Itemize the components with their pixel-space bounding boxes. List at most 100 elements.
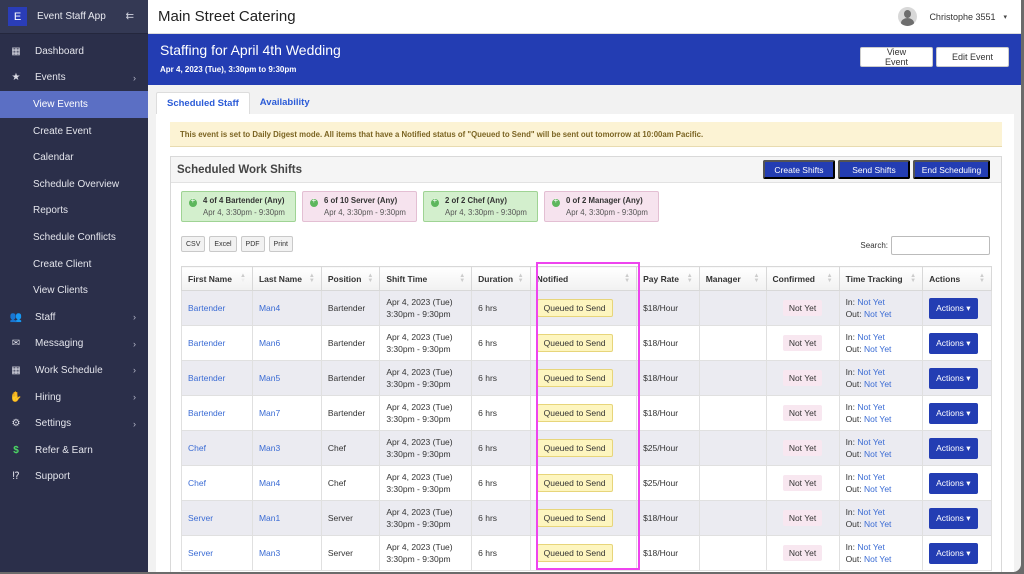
sort-icon[interactable]: ▲ ▼: [687, 273, 693, 284]
clock-in-link[interactable]: Not Yet: [857, 332, 884, 342]
column-header-time-tracking[interactable]: Time Tracking ▲ ▼: [838, 266, 924, 291]
user-menu[interactable]: Christophe 3551 ▾: [898, 7, 1007, 26]
collapse-menu-icon[interactable]: ⇇: [126, 11, 134, 22]
last-name-link[interactable]: Man7: [259, 408, 280, 418]
column-header-position[interactable]: Position ▲ ▼: [320, 266, 381, 291]
clock-out-link[interactable]: Not Yet: [864, 554, 891, 564]
sidebar-item-dashboard[interactable]: ▦ Dashboard: [0, 38, 148, 65]
add-circle-icon[interactable]: [310, 196, 318, 207]
shift-summary-card[interactable]: 4 of 4 Bartender (Any) Apr 4, 3:30pm - 9:…: [181, 191, 296, 222]
last-name-link[interactable]: Man6: [259, 338, 280, 348]
first-name-link[interactable]: Bartender: [188, 338, 225, 348]
sidebar-item-create-event[interactable]: Create Event: [0, 118, 148, 145]
sidebar-item-hiring[interactable]: ✋ Hiring ›: [0, 384, 148, 411]
actions-dropdown-button[interactable]: Actions ▾: [929, 332, 978, 354]
add-circle-icon[interactable]: [189, 196, 197, 207]
clock-out-link[interactable]: Not Yet: [864, 344, 891, 354]
column-header-shift-time[interactable]: Shift Time ▲ ▼: [379, 266, 473, 291]
sidebar-item-view-events[interactable]: View Events: [0, 91, 148, 118]
sort-icon[interactable]: ▲ ▼: [827, 273, 833, 284]
last-name-link[interactable]: Man4: [259, 303, 280, 313]
actions-dropdown-button[interactable]: Actions ▾: [929, 437, 978, 459]
create-shifts-button[interactable]: Create Shifts: [763, 160, 835, 179]
tab-scheduled-staff[interactable]: Scheduled Staff: [156, 92, 250, 115]
column-header-pay-rate[interactable]: Pay Rate ▲ ▼: [636, 266, 700, 291]
shift-summary-card[interactable]: 0 of 2 Manager (Any) Apr 4, 3:30pm - 9:30…: [544, 191, 659, 222]
first-name-link[interactable]: Bartender: [188, 303, 225, 313]
sidebar-item-settings[interactable]: ⚙ Settings ›: [0, 410, 148, 437]
sort-icon[interactable]: ▲ ▼: [309, 273, 315, 284]
first-name-link[interactable]: Chef: [188, 443, 206, 453]
clock-in-link[interactable]: Not Yet: [857, 367, 884, 377]
last-name-link[interactable]: Man1: [259, 513, 280, 523]
pdf-button[interactable]: PDF: [240, 236, 265, 252]
first-name-link[interactable]: Bartender: [188, 373, 225, 383]
sidebar-item-view-clients[interactable]: View Clients: [0, 277, 148, 304]
column-header-duration[interactable]: Duration ▲ ▼: [471, 266, 531, 291]
clock-in-link[interactable]: Not Yet: [857, 472, 884, 482]
send-shifts-button[interactable]: Send Shifts: [838, 160, 910, 179]
sidebar-item-staff[interactable]: 👥 Staff ›: [0, 304, 148, 331]
sort-icon[interactable]: ▲ ▼: [518, 273, 524, 284]
shift-summary-card[interactable]: 6 of 10 Server (Any) Apr 4, 3:30pm - 9:30…: [302, 191, 417, 222]
column-header-actions[interactable]: Actions ▲ ▼: [922, 266, 992, 291]
sort-icon[interactable]: ▲ ▼: [979, 273, 985, 284]
last-name-link[interactable]: Man5: [259, 373, 280, 383]
sort-icon[interactable]: ▲ ▼: [240, 273, 246, 284]
sort-icon[interactable]: ▲ ▼: [910, 273, 916, 284]
column-header-last-name[interactable]: Last Name ▲ ▼: [251, 266, 322, 291]
actions-dropdown-button[interactable]: Actions ▾: [929, 297, 978, 319]
search-input[interactable]: [891, 236, 990, 255]
sort-icon[interactable]: ▲ ▼: [459, 273, 465, 284]
view-event-button[interactable]: View Event: [860, 47, 933, 67]
clock-in-link[interactable]: Not Yet: [857, 507, 884, 517]
first-name-link[interactable]: Chef: [188, 478, 206, 488]
csv-button[interactable]: CSV: [181, 236, 206, 252]
clock-in-link[interactable]: Not Yet: [857, 542, 884, 552]
last-name-link[interactable]: Man3: [259, 548, 280, 558]
column-header-first-name[interactable]: First Name ▲ ▼: [181, 266, 253, 291]
sidebar-item-refer-earn[interactable]: $ Refer & Earn: [0, 437, 148, 464]
edit-event-button[interactable]: Edit Event: [936, 47, 1009, 67]
last-name-link[interactable]: Man4: [259, 478, 280, 488]
first-name-link[interactable]: Server: [188, 513, 213, 523]
column-header-notified[interactable]: Notified ▲ ▼: [529, 266, 638, 291]
clock-out-link[interactable]: Not Yet: [864, 519, 891, 529]
end-scheduling-button[interactable]: End Scheduling: [913, 160, 990, 179]
sidebar-item-work-schedule[interactable]: ▦ Work Schedule ›: [0, 357, 148, 384]
sidebar-item-schedule-conflicts[interactable]: Schedule Conflicts: [0, 224, 148, 251]
excel-button[interactable]: Excel: [209, 236, 237, 252]
avatar[interactable]: [898, 7, 918, 26]
actions-dropdown-button[interactable]: Actions ▾: [929, 507, 978, 529]
caret-down-icon[interactable]: ▾: [1003, 13, 1007, 21]
shift-summary-card[interactable]: 2 of 2 Chef (Any) Apr 4, 3:30pm - 9:30pm: [423, 191, 538, 222]
tab-availability[interactable]: Availability: [250, 92, 320, 115]
sort-icon[interactable]: ▲ ▼: [367, 273, 373, 284]
sidebar-item-calendar[interactable]: Calendar: [0, 144, 148, 171]
last-name-link[interactable]: Man3: [259, 443, 280, 453]
sidebar-item-events[interactable]: ★ Events ›: [0, 65, 148, 92]
sort-icon[interactable]: ▲ ▼: [624, 273, 630, 284]
add-circle-icon[interactable]: [431, 196, 439, 207]
sidebar-item-create-client[interactable]: Create Client: [0, 251, 148, 278]
clock-out-link[interactable]: Not Yet: [864, 309, 891, 319]
actions-dropdown-button[interactable]: Actions ▾: [929, 367, 978, 389]
clock-out-link[interactable]: Not Yet: [864, 414, 891, 424]
print-button[interactable]: Print: [268, 236, 293, 252]
clock-in-link[interactable]: Not Yet: [857, 402, 884, 412]
first-name-link[interactable]: Bartender: [188, 408, 225, 418]
actions-dropdown-button[interactable]: Actions ▾: [929, 542, 978, 564]
clock-out-link[interactable]: Not Yet: [864, 484, 891, 494]
clock-in-link[interactable]: Not Yet: [857, 297, 884, 307]
actions-dropdown-button[interactable]: Actions ▾: [929, 472, 978, 494]
sidebar-item-schedule-overview[interactable]: Schedule Overview: [0, 171, 148, 198]
sidebar-item-support[interactable]: ⁉ Support: [0, 464, 148, 491]
add-circle-icon[interactable]: [552, 196, 560, 207]
sort-icon[interactable]: ▲ ▼: [754, 273, 760, 284]
clock-out-link[interactable]: Not Yet: [864, 449, 891, 459]
first-name-link[interactable]: Server: [188, 548, 213, 558]
actions-dropdown-button[interactable]: Actions ▾: [929, 402, 978, 424]
sidebar-item-messaging[interactable]: ✉ Messaging ›: [0, 331, 148, 358]
column-header-confirmed[interactable]: Confirmed ▲ ▼: [765, 266, 840, 291]
column-header-manager[interactable]: Manager ▲ ▼: [698, 266, 767, 291]
